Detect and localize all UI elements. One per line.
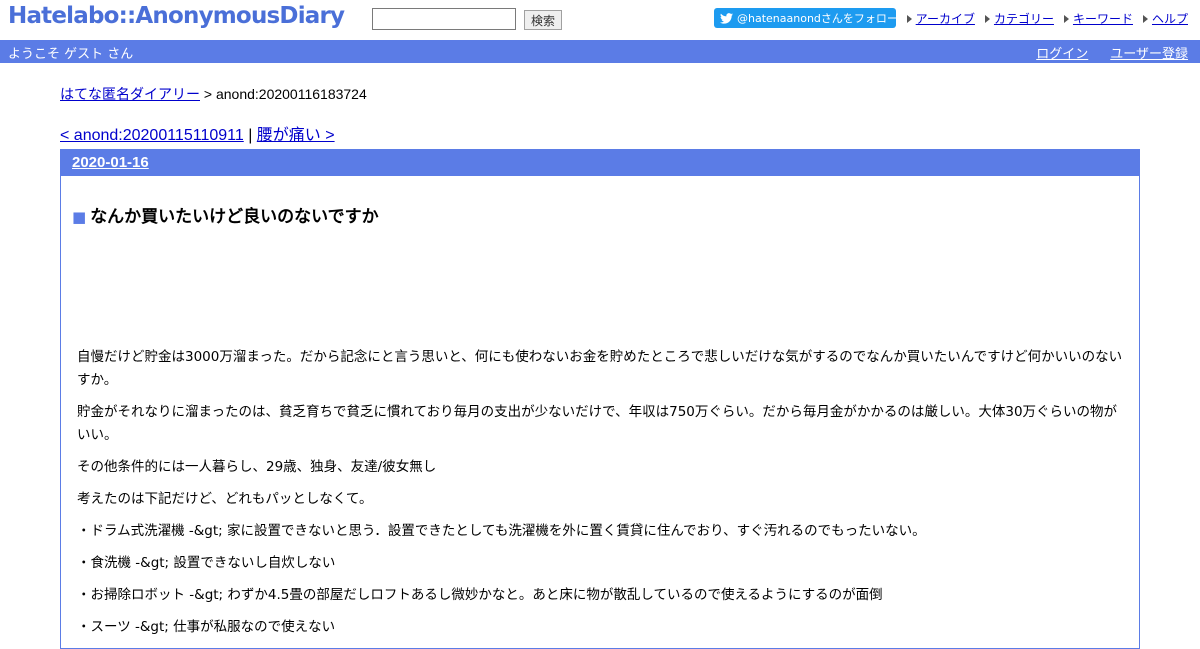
welcome-text: ようこそ ゲスト さん (8, 47, 134, 62)
entry-body: 自慢だけど貯金は3000万溜まった。だから記念にと言う思いと、何にも使わないお金… (77, 346, 1129, 648)
breadcrumb-home-link[interactable]: はてな匿名ダイアリー (60, 86, 200, 102)
entry-paragraph: 自慢だけど貯金は3000万溜まった。だから記念にと言う思いと、何にも使わないお金… (77, 349, 1123, 388)
register-link[interactable]: ユーザー登録 (1110, 43, 1188, 62)
search-input[interactable] (372, 8, 516, 30)
twitter-follow-button[interactable]: @hatenaanondさんをフォロー (714, 8, 896, 28)
user-links: ログイン ユーザー登録 (1036, 43, 1188, 62)
entry-paragraph: その他条件的には一人暮らし、29歳、独身、友達/彼女無し (77, 459, 437, 475)
header-links: アーカイブ カテゴリー キーワード ヘルプ (906, 10, 1188, 27)
site-logo[interactable]: Hatelabo::AnonymousDiary (8, 3, 345, 29)
user-bar: ようこそ ゲスト さん ログイン ユーザー登録 (0, 40, 1200, 63)
entry-permalink-square[interactable]: ■ (72, 208, 86, 226)
entry-title-text: なんか買いたいけど良いのないですか (90, 207, 379, 227)
prev-entry-link[interactable]: < anond:20200115110911 (60, 127, 244, 144)
breadcrumb: はてな匿名ダイアリー > anond:20200116183724 (60, 84, 367, 104)
breadcrumb-current: anond:20200116183724 (215, 86, 367, 102)
pager-separator: | (243, 127, 257, 144)
login-link[interactable]: ログイン (1036, 43, 1088, 62)
arrow-right-icon (1063, 14, 1069, 23)
entry-paragraph: 考えたのは下記だけど、どれもパッとしなくて。 (77, 491, 373, 507)
day-date-link[interactable]: 2020-01-16 (72, 154, 149, 171)
twitter-bird-icon (720, 12, 733, 24)
archive-link[interactable]: アーカイブ (906, 10, 975, 27)
keyword-link[interactable]: キーワード (1063, 10, 1133, 27)
entry-paragraph: ・食洗機 -&gt; 設置できないし自炊しない (77, 555, 336, 571)
entry-paragraph: 貯金がそれなりに溜まったのは、貧乏育ちで貧乏に慣れており毎月の支出が少ないだけで… (77, 404, 1118, 443)
breadcrumb-separator: > (200, 86, 216, 102)
search-button[interactable]: 検索 (524, 10, 562, 30)
entry-paragraph: ・お掃除ロボット -&gt; わずか4.5畳の部屋だしロフトあるし微妙かなと。あ… (77, 587, 883, 603)
help-link[interactable]: ヘルプ (1142, 10, 1188, 27)
category-link[interactable]: カテゴリー (984, 10, 1054, 27)
entry-paragraph: ・スーツ -&gt; 仕事が私服なので使えない (77, 619, 336, 635)
day-header: 2020-01-16 (61, 150, 1139, 176)
twitter-follow-label: @hatenaanondさんをフォロー (737, 12, 896, 25)
arrow-right-icon (906, 14, 912, 23)
top-bar: Hatelabo::AnonymousDiary 検索 @hatenaanond… (0, 0, 1200, 40)
arrow-right-icon (984, 14, 990, 23)
entry-paragraph: ・ドラム式洗濯機 -&gt; 家に設置できないと思う．設置できたとしても洗濯機を… (77, 523, 926, 539)
day-section: 2020-01-16 ■ なんか買いたいけど良いのないですか 自慢だけど貯金は30… (60, 149, 1140, 649)
entry-title: ■ なんか買いたいけど良いのないですか (72, 202, 379, 227)
next-entry-link[interactable]: 腰が痛い > (257, 127, 335, 144)
arrow-right-icon (1142, 14, 1148, 23)
entry-pager: < anond:20200115110911 | 腰が痛い > (60, 121, 335, 145)
